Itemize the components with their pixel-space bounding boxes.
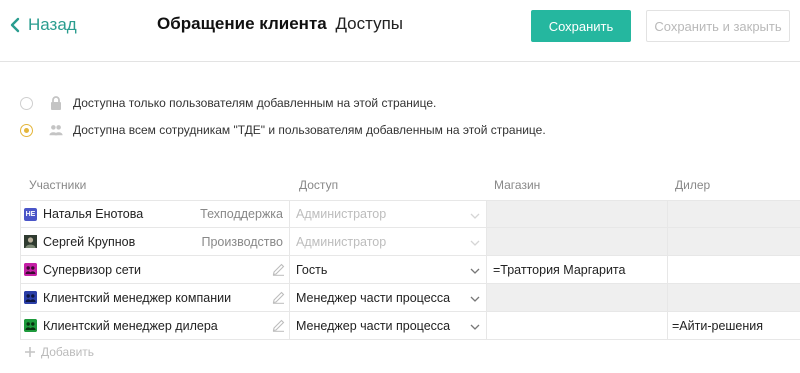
- shop-cell[interactable]: =Траттория Маргарита: [487, 256, 668, 284]
- participant-name: Клиентский менеджер компании: [43, 290, 232, 305]
- participant-name: Супервизор сети: [43, 262, 142, 277]
- column-header-dealer: Дилер: [675, 178, 711, 192]
- page-title: Обращение клиента Доступы: [157, 14, 403, 34]
- radio-all-employees[interactable]: [20, 123, 33, 137]
- column-header-shop: Магазин: [494, 178, 541, 192]
- participant-cell: НЕ Наталья Енотова Техподдержка: [20, 200, 290, 228]
- access-select[interactable]: Менеджер части процесса: [290, 284, 487, 312]
- participant-name: Клиентский менеджер дилера: [43, 318, 218, 333]
- role-avatar-icon: [24, 291, 37, 304]
- edit-icon[interactable]: [272, 263, 285, 276]
- column-header-participants: Участники: [29, 178, 87, 192]
- edit-icon[interactable]: [272, 319, 285, 332]
- chevron-down-icon: [470, 321, 480, 331]
- add-label: Добавить: [41, 345, 95, 359]
- access-option-all-employees[interactable]: Доступна всем сотрудникам "ТДЕ" и пользо…: [20, 122, 546, 138]
- role-avatar-icon: [24, 263, 37, 276]
- access-option-page-only[interactable]: Доступна только пользователям добавленны…: [20, 95, 436, 111]
- plus-icon: [24, 346, 36, 358]
- back-label: Назад: [28, 15, 77, 34]
- save-button[interactable]: Сохранить: [531, 10, 631, 42]
- shop-cell: [487, 200, 668, 228]
- shop-value: =Траттория Маргарита: [493, 262, 626, 277]
- access-select: Администратор: [290, 200, 487, 228]
- shop-cell[interactable]: [487, 312, 668, 340]
- role-avatar-icon: [24, 319, 37, 332]
- dealer-cell[interactable]: [668, 256, 800, 284]
- dealer-cell[interactable]: =Айти-решения: [668, 312, 800, 340]
- chevron-down-icon: [470, 265, 480, 275]
- access-select[interactable]: Гость: [290, 256, 487, 284]
- participant-cell: Сергей Крупнов Производство: [20, 228, 290, 256]
- participant-role: Техподдержка: [200, 207, 283, 221]
- access-value: Гость: [296, 262, 328, 277]
- dealer-value: =Айти-решения: [672, 318, 764, 333]
- page-title-main: Обращение клиента: [157, 14, 327, 33]
- access-option-label: Доступна только пользователям добавленны…: [73, 96, 437, 110]
- participant-cell: Супервизор сети: [20, 256, 290, 284]
- page-title-sub: Доступы: [335, 14, 404, 33]
- dealer-cell: [668, 284, 800, 312]
- avatar: НЕ: [24, 207, 37, 221]
- edit-icon[interactable]: [272, 291, 285, 304]
- access-value: Менеджер части процесса: [296, 318, 451, 333]
- dealer-cell: [668, 228, 800, 256]
- participant-name: Наталья Енотова: [43, 207, 144, 221]
- page-header: Назад Обращение клиента Доступы Сохранит…: [0, 0, 800, 62]
- access-select: Администратор: [290, 228, 487, 256]
- participant-role: Производство: [201, 234, 283, 249]
- participant-cell: Клиентский менеджер дилера: [20, 312, 290, 340]
- avatar: [24, 235, 37, 248]
- chevron-left-icon: [8, 17, 22, 33]
- radio-page-only[interactable]: [20, 96, 33, 110]
- back-button[interactable]: Назад: [8, 13, 77, 37]
- access-value: Администратор: [296, 207, 387, 221]
- column-header-access: Доступ: [299, 178, 339, 192]
- chevron-down-icon: [470, 210, 480, 220]
- lock-icon: [49, 96, 63, 110]
- access-select[interactable]: Менеджер части процесса: [290, 312, 487, 340]
- access-value: Менеджер части процесса: [296, 290, 451, 305]
- participant-name: Сергей Крупнов: [43, 234, 136, 249]
- chevron-down-icon: [470, 293, 480, 303]
- dealer-cell: [668, 200, 800, 228]
- save-and-close-button[interactable]: Сохранить и закрыть: [646, 10, 790, 42]
- access-option-label: Доступна всем сотрудникам "ТДЕ" и пользо…: [73, 123, 546, 137]
- users-icon: [49, 123, 63, 137]
- participant-cell: Клиентский менеджер компании: [20, 284, 290, 312]
- shop-cell: [487, 284, 668, 312]
- add-participant-button[interactable]: Добавить: [24, 345, 94, 359]
- access-value: Администратор: [296, 234, 387, 249]
- shop-cell: [487, 228, 668, 256]
- chevron-down-icon: [470, 237, 480, 247]
